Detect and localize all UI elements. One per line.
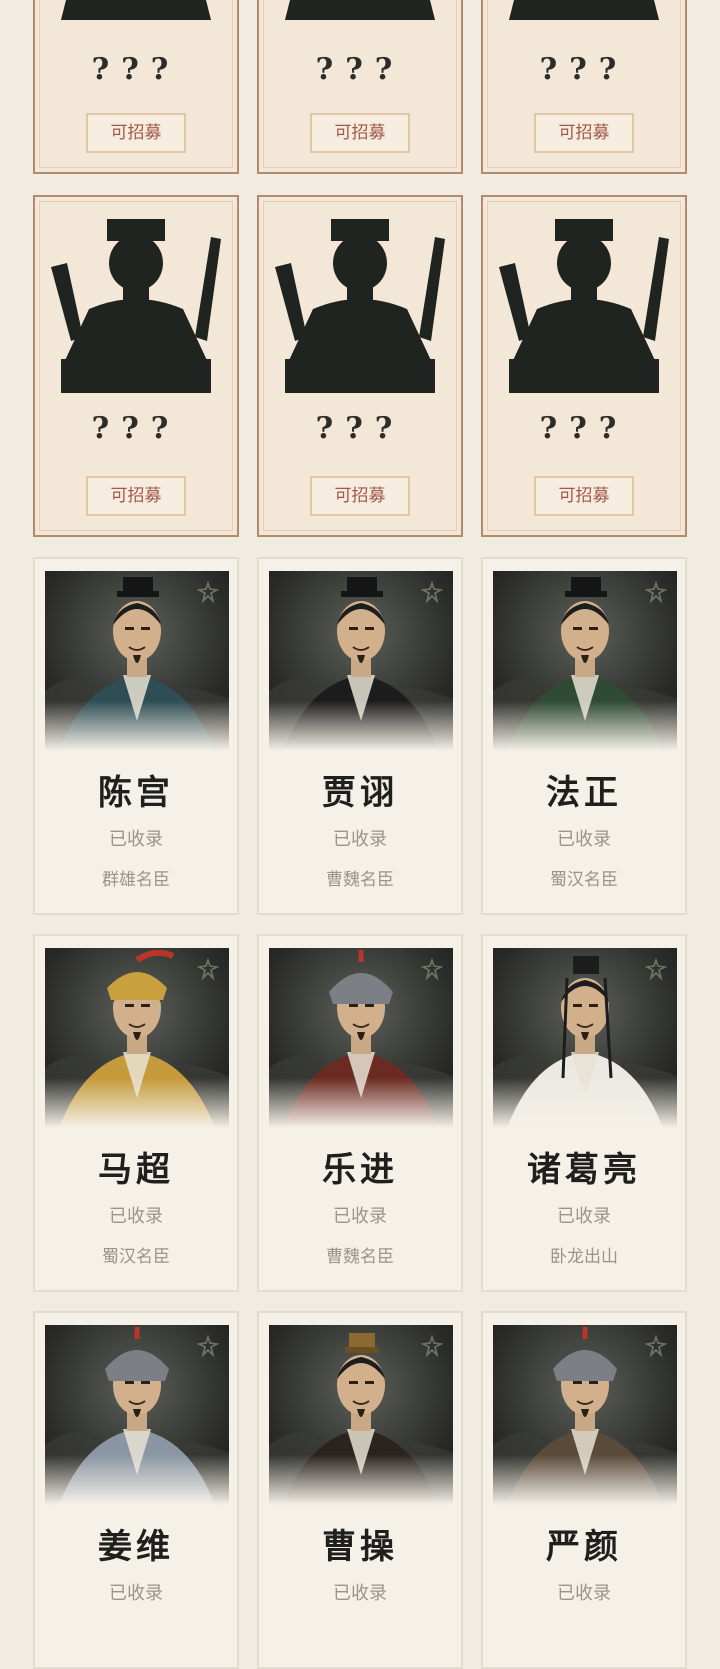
silhouette-icon xyxy=(499,219,669,393)
hero-portrait xyxy=(493,1325,677,1505)
collected-status: 已收录 xyxy=(557,1583,611,1604)
unknown-name: ??? xyxy=(315,52,405,87)
collected-status: 已收录 xyxy=(333,829,387,850)
hero-faction: 群雄名臣 xyxy=(102,870,170,890)
hero-name: 诸葛亮 xyxy=(527,1150,641,1190)
collected-status: 已收录 xyxy=(333,1583,387,1604)
collected-status: 已收录 xyxy=(333,1206,387,1227)
collected-status: 已收录 xyxy=(109,1583,163,1604)
faction-seal-icon xyxy=(421,581,443,603)
silhouette-icon xyxy=(61,0,211,20)
hero-card[interactable]: 贾诩 已收录 曹魏名臣 xyxy=(257,557,463,915)
silhouette-icon xyxy=(51,219,221,393)
collected-status: 已收录 xyxy=(109,1206,163,1227)
hero-name: 陈宫 xyxy=(98,773,174,813)
hero-name: 法正 xyxy=(546,773,622,813)
hero-faction: 卧龙出山 xyxy=(550,1247,618,1267)
faction-seal-icon xyxy=(197,1335,219,1357)
hero-card[interactable]: 乐进 已收录 曹魏名臣 xyxy=(257,934,463,1292)
hero-faction: 蜀汉名臣 xyxy=(550,870,618,890)
recruit-button[interactable]: 可招募 xyxy=(86,476,186,516)
hero-name: 严颜 xyxy=(546,1527,622,1567)
hero-name: 马超 xyxy=(98,1150,174,1190)
hero-name: 曹操 xyxy=(322,1527,398,1567)
faction-seal-icon xyxy=(645,958,667,980)
recruit-button[interactable]: 可招募 xyxy=(534,113,634,153)
recruit-button[interactable]: 可招募 xyxy=(310,113,410,153)
hero-portrait xyxy=(493,948,677,1128)
hero-card[interactable]: 严颜 已收录 xyxy=(481,1311,687,1669)
hero-portrait xyxy=(45,1325,229,1505)
locked-hero-card[interactable]: ??? 可招募 xyxy=(481,195,687,537)
faction-seal-icon xyxy=(421,1335,443,1357)
recruit-button[interactable]: 可招募 xyxy=(534,476,634,516)
locked-hero-card[interactable]: ??? 可招募 xyxy=(33,195,239,537)
hero-card[interactable]: 曹操 已收录 xyxy=(257,1311,463,1669)
faction-seal-icon xyxy=(645,1335,667,1357)
locked-hero-card[interactable]: ??? 可招募 xyxy=(481,0,687,174)
hero-portrait xyxy=(493,571,677,751)
hero-card[interactable]: 马超 已收录 蜀汉名臣 xyxy=(33,934,239,1292)
faction-seal-icon xyxy=(197,958,219,980)
locked-hero-card[interactable]: ??? 可招募 xyxy=(257,195,463,537)
collected-status: 已收录 xyxy=(557,1206,611,1227)
unknown-name: ??? xyxy=(91,411,181,446)
hero-portrait xyxy=(45,571,229,751)
silhouette-icon xyxy=(509,0,659,20)
collected-status: 已收录 xyxy=(557,829,611,850)
collected-status: 已收录 xyxy=(109,829,163,850)
hero-name: 贾诩 xyxy=(322,773,398,813)
unknown-name: ??? xyxy=(539,52,629,87)
faction-seal-icon xyxy=(421,958,443,980)
hero-card[interactable]: 陈宫 已收录 群雄名臣 xyxy=(33,557,239,915)
hero-faction: 曹魏名臣 xyxy=(326,870,394,890)
hero-card[interactable]: 姜维 已收录 xyxy=(33,1311,239,1669)
faction-seal-icon xyxy=(645,581,667,603)
faction-seal-icon xyxy=(197,581,219,603)
silhouette-icon xyxy=(285,0,435,20)
unknown-name: ??? xyxy=(539,411,629,446)
recruit-button[interactable]: 可招募 xyxy=(86,113,186,153)
silhouette-icon xyxy=(275,219,445,393)
recruit-button[interactable]: 可招募 xyxy=(310,476,410,516)
hero-card[interactable]: 法正 已收录 蜀汉名臣 xyxy=(481,557,687,915)
hero-faction: 曹魏名臣 xyxy=(326,1247,394,1267)
hero-card[interactable]: 诸葛亮已收录卧龙出山 xyxy=(481,934,687,1292)
hero-portrait xyxy=(45,948,229,1128)
hero-name: 姜维 xyxy=(98,1527,174,1567)
hero-faction: 蜀汉名臣 xyxy=(102,1247,170,1267)
hero-portrait xyxy=(269,1325,453,1505)
hero-portrait xyxy=(269,948,453,1128)
locked-hero-card[interactable]: ??? 可招募 xyxy=(33,0,239,174)
unknown-name: ??? xyxy=(315,411,405,446)
hero-portrait xyxy=(269,571,453,751)
hero-name: 乐进 xyxy=(322,1150,398,1190)
unknown-name: ??? xyxy=(91,52,181,87)
locked-hero-card[interactable]: ??? 可招募 xyxy=(257,0,463,174)
